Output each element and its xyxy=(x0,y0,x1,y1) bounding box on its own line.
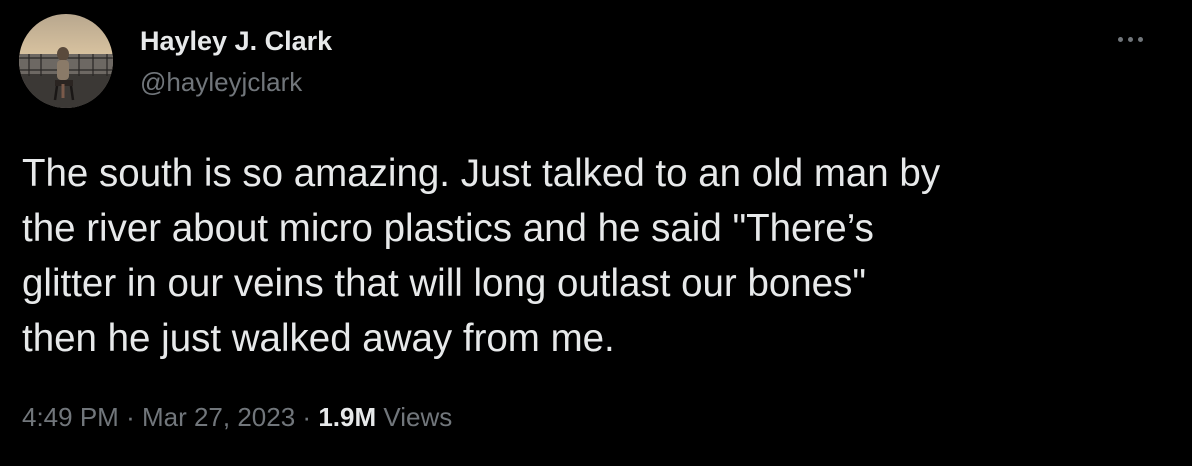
tweet-time[interactable]: 4:49 PM xyxy=(22,402,119,432)
meta-separator: · xyxy=(302,402,312,432)
tweet: Hayley J. Clark @hayleyjclark The south … xyxy=(0,0,1192,466)
tweet-text-line: The south is so amazing. Just talked to … xyxy=(22,152,941,195)
tweet-text-line: the river about micro plastics and he sa… xyxy=(22,207,874,250)
views-count[interactable]: 1.9M xyxy=(318,402,376,432)
tweet-metadata: 4:49 PM · Mar 27, 2023 · 1.9M Views xyxy=(22,399,452,435)
more-options-button[interactable] xyxy=(1110,24,1150,54)
more-horizontal-icon xyxy=(1127,36,1133,42)
avatar-photo xyxy=(19,14,113,108)
display-name[interactable]: Hayley J. Clark xyxy=(140,25,332,57)
tweet-text: The south is so amazing. Just talked to … xyxy=(22,146,1162,366)
tweet-date[interactable]: Mar 27, 2023 xyxy=(142,402,295,432)
views-label[interactable]: Views xyxy=(383,402,452,432)
user-handle[interactable]: @hayleyjclark xyxy=(140,66,302,98)
meta-separator: · xyxy=(126,402,135,432)
more-horizontal-icon xyxy=(1137,36,1143,42)
tweet-text-line: then he just walked away from me. xyxy=(22,317,615,360)
avatar[interactable] xyxy=(19,14,113,108)
tweet-text-line: glitter in our veins that will long outl… xyxy=(22,262,867,305)
more-horizontal-icon xyxy=(1117,36,1123,42)
